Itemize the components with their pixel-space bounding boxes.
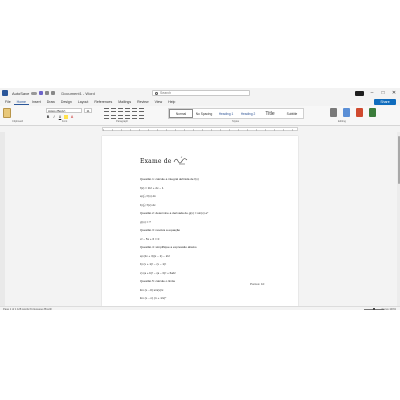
title-bar: AutoSave Document1 - Word Search – □ ✕ xyxy=(0,88,400,98)
group-label-styles: Styles xyxy=(232,120,240,123)
group-label-font: Font xyxy=(62,120,68,123)
bold-button[interactable]: B xyxy=(46,115,50,119)
find-icon[interactable] xyxy=(330,108,337,117)
paste-icon[interactable] xyxy=(3,108,11,118)
paragraph-row-1 xyxy=(104,108,144,112)
ribbon-group-labels: Clipboard Font Paragraph Styles Editing xyxy=(0,120,400,125)
document-title: Document1 - Word xyxy=(61,90,95,96)
highlight-icon[interactable] xyxy=(64,115,68,119)
bottom-margin xyxy=(0,310,400,400)
multilevel-icon[interactable] xyxy=(118,108,123,112)
redo-icon[interactable] xyxy=(51,91,56,95)
group-label-paragraph: Paragraph xyxy=(116,120,129,123)
document-page[interactable]: Exame de Questão 1: calcule a integral d… xyxy=(102,136,298,308)
document-heading: Exame de xyxy=(140,157,172,165)
document-body: Questão 1: calcule a integral definida d… xyxy=(140,177,208,314)
group-label-editing: Editing xyxy=(338,120,346,123)
maximize-button[interactable]: □ xyxy=(380,88,386,98)
italic-button[interactable]: I xyxy=(52,115,56,119)
ribbon-tabs: File Home Insert Draw Design Layout References… xyxy=(0,98,400,106)
style-heading-1[interactable]: Heading 1 xyxy=(215,112,237,116)
font-name-select[interactable]: Aptos (Body) xyxy=(46,108,82,113)
group-label-clipboard: Clipboard xyxy=(12,120,24,123)
align-center-icon[interactable] xyxy=(111,115,116,119)
document-workspace: Exame de Questão 1: calcule a integral d… xyxy=(0,132,400,308)
top-margin xyxy=(0,0,400,88)
search-input[interactable]: Search xyxy=(152,90,250,96)
search-placeholder: Search xyxy=(160,91,172,95)
tab-insert[interactable]: Insert xyxy=(29,100,44,104)
autosave-toggle[interactable] xyxy=(31,91,38,95)
dictate-icon[interactable] xyxy=(343,108,350,117)
font-size-select[interactable]: 11 xyxy=(84,108,92,113)
ribbon: Aptos (Body) 11 B I U A Normal No Spacin… xyxy=(0,106,400,126)
tab-draw[interactable]: Draw xyxy=(44,100,58,104)
document-heading-line: Exame de xyxy=(140,156,189,166)
scrollbar-thumb[interactable] xyxy=(397,136,400,184)
ribbon-right-group xyxy=(330,108,376,117)
justify-icon[interactable] xyxy=(125,115,130,119)
font-color-button[interactable]: A xyxy=(70,115,74,119)
sort-icon[interactable] xyxy=(139,108,144,112)
style-heading-2[interactable]: Heading 2 xyxy=(237,112,259,116)
tab-review[interactable]: Review xyxy=(134,100,151,104)
side-note: Pontos: 10 xyxy=(250,282,265,286)
tab-references[interactable]: References xyxy=(91,100,115,104)
shading-icon[interactable] xyxy=(139,115,144,119)
designer-icon[interactable] xyxy=(369,108,376,117)
styles-gallery: Normal No Spacing Heading 1 Heading 2 Ti… xyxy=(168,108,304,119)
numbering-icon[interactable] xyxy=(111,108,116,112)
tab-file[interactable]: File xyxy=(2,100,14,104)
style-normal[interactable]: Normal xyxy=(169,109,193,118)
style-no-spacing[interactable]: No Spacing xyxy=(193,112,215,116)
format-buttons: B I U A xyxy=(46,115,74,119)
account-badge-icon[interactable] xyxy=(355,90,364,96)
autosave-label: AutoSave xyxy=(12,90,30,96)
search-icon xyxy=(155,91,158,95)
paragraph-row-2 xyxy=(104,115,144,119)
decrease-indent-icon[interactable] xyxy=(125,108,130,112)
tab-mailings[interactable]: Mailings xyxy=(115,100,134,104)
align-right-icon[interactable] xyxy=(118,115,123,119)
line-spacing-icon[interactable] xyxy=(132,115,137,119)
style-subtitle[interactable]: Subtitle xyxy=(281,112,303,116)
ruler-ticks xyxy=(103,129,297,131)
align-left-icon[interactable] xyxy=(104,115,109,119)
bullets-icon[interactable] xyxy=(104,108,109,112)
tab-view[interactable]: View xyxy=(152,100,166,104)
tab-layout[interactable]: Layout xyxy=(75,100,92,104)
style-title[interactable]: Title xyxy=(259,111,281,117)
ruler-page-area xyxy=(102,127,298,131)
minimize-button[interactable]: – xyxy=(369,88,375,98)
increase-indent-icon[interactable] xyxy=(132,108,137,112)
editor-icon[interactable] xyxy=(356,108,363,117)
equation-object-icon[interactable] xyxy=(173,156,189,166)
vertical-ruler xyxy=(0,132,5,306)
word-app-icon xyxy=(2,90,8,96)
tab-home[interactable]: Home xyxy=(13,100,29,105)
undo-icon[interactable] xyxy=(45,91,50,95)
underline-button[interactable]: U xyxy=(58,115,62,119)
save-icon[interactable] xyxy=(39,91,44,95)
tab-help[interactable]: Help xyxy=(165,100,178,104)
share-button[interactable]: Share xyxy=(374,99,396,105)
close-button[interactable]: ✕ xyxy=(391,88,397,98)
tab-design[interactable]: Design xyxy=(58,100,75,104)
